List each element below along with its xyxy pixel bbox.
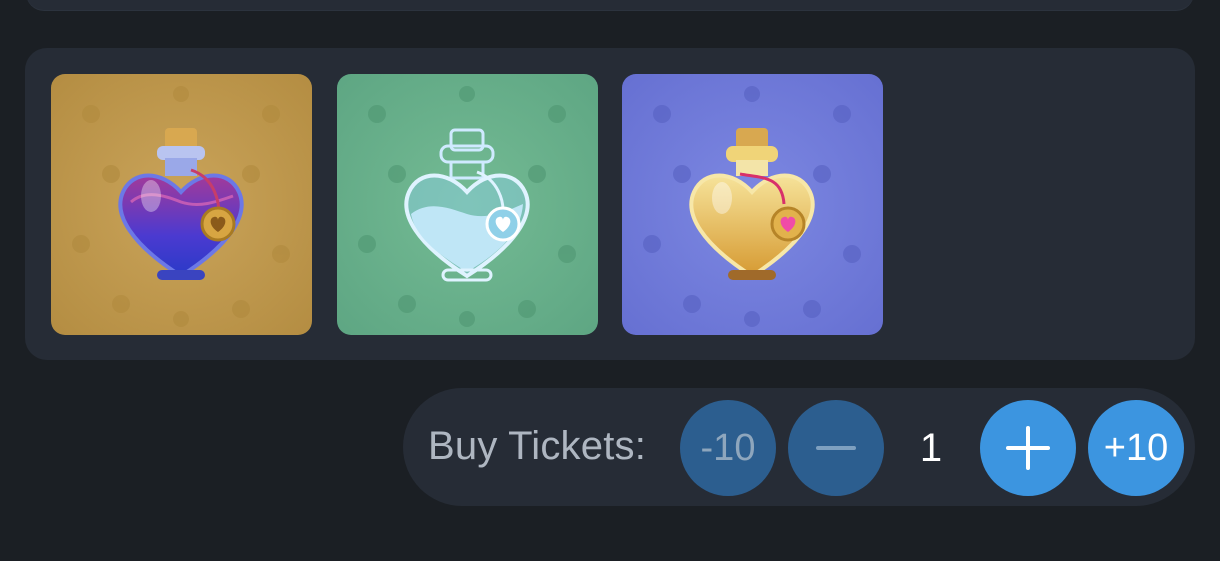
minus-icon [816, 446, 856, 450]
item-card-gold-potion[interactable] [622, 74, 883, 335]
buy-tickets-bar: Buy Tickets: -10 1 +10 [403, 388, 1195, 506]
heart-potion-outline-icon [337, 74, 598, 335]
ticket-quantity: 1 [919, 425, 943, 470]
top-panel [26, 0, 1194, 10]
heart-potion-purple-icon [51, 74, 312, 335]
buy-tickets-label: Buy Tickets: [428, 424, 647, 468]
increase-button[interactable] [980, 400, 1076, 496]
plus-icon [1006, 426, 1050, 470]
items-panel [25, 48, 1195, 360]
heart-potion-gold-icon [622, 74, 883, 335]
decrease-button[interactable] [788, 400, 884, 496]
decrease-10-label: -10 [700, 426, 756, 469]
increase-10-label: +10 [1103, 426, 1169, 469]
increase-10-button[interactable]: +10 [1088, 400, 1184, 496]
decrease-10-button[interactable]: -10 [680, 400, 776, 496]
item-card-purple-potion[interactable] [51, 74, 312, 335]
item-card-outline-potion[interactable] [337, 74, 598, 335]
